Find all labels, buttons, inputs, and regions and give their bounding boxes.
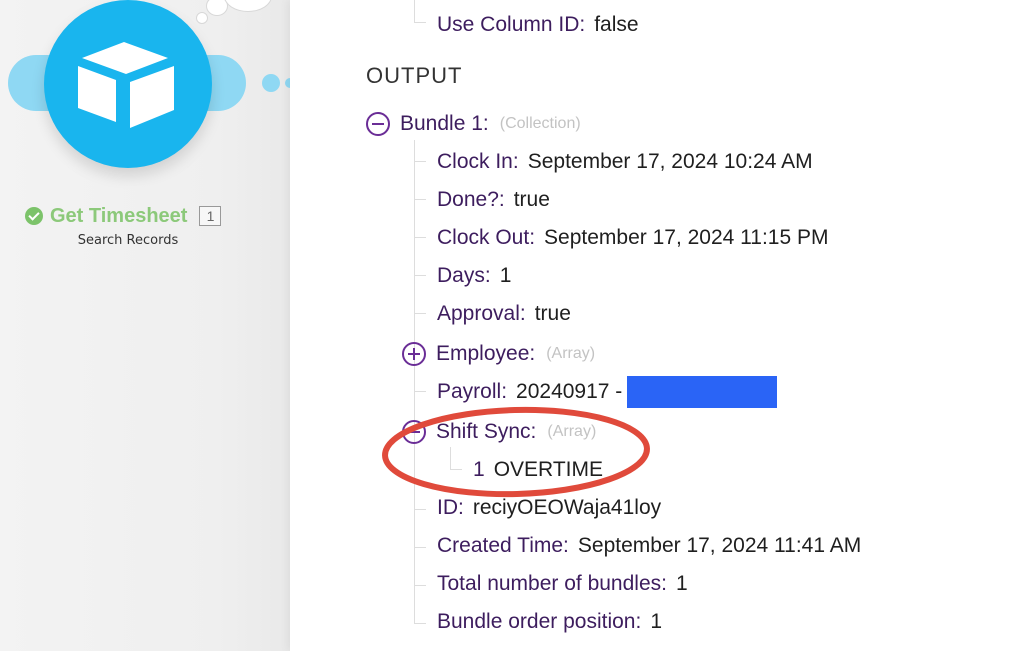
field-value: 1: [675, 572, 688, 595]
collapse-icon[interactable]: [402, 420, 426, 444]
tree-guide-line: [414, 0, 415, 22]
airtable-module[interactable]: [44, 0, 212, 168]
field-key: Use Column ID:: [437, 13, 586, 36]
output-heading: OUTPUT: [366, 63, 463, 88]
field-value: September 17, 2024 11:41 AM: [577, 534, 862, 557]
bundle-1-header[interactable]: Bundle 1: (Collection): [366, 109, 581, 139]
module-title-row: Get Timesheet 1: [25, 203, 222, 229]
field-key: Created Time:: [437, 534, 569, 557]
field-clock-out: Clock Out: September 17, 2024 11:15 PM: [437, 223, 829, 253]
operations-count-badge[interactable]: 1: [199, 206, 222, 226]
tree-guide-line: [414, 623, 426, 624]
tree-guide-line: [414, 313, 426, 314]
bundle-type: (Collection): [499, 115, 581, 132]
thought-bubble-medium: [206, 0, 228, 16]
field-employee[interactable]: Employee: (Array): [402, 339, 595, 369]
field-key: Bundle order position:: [437, 610, 642, 633]
field-value: true: [534, 302, 571, 325]
shift-sync-item: 1 OVERTIME: [473, 455, 603, 485]
field-key: Done?:: [437, 188, 505, 211]
bundle-key: Bundle 1:: [400, 112, 489, 135]
tree-guide-line: [414, 585, 426, 586]
module-title[interactable]: Get Timesheet: [50, 205, 187, 228]
tree-guide-line: [450, 469, 462, 470]
field-value: September 17, 2024 10:24 AM: [527, 150, 813, 173]
redaction-bar: [627, 376, 778, 408]
tree-guide-line: [414, 22, 426, 23]
tree-guide-line: [414, 161, 426, 162]
field-created-time: Created Time: September 17, 2024 11:41 A…: [437, 531, 861, 561]
tree-guide-line: [414, 509, 426, 510]
field-done: Done?: true: [437, 185, 550, 215]
field-value: reciyOEOWaja41loy: [472, 496, 662, 519]
field-key: Clock Out:: [437, 226, 536, 249]
tree-guide-line: [414, 391, 426, 392]
thought-bubble-small: [196, 12, 208, 24]
field-key: Total number of bundles:: [437, 572, 667, 595]
airtable-logo-icon: [78, 42, 174, 128]
tree-guide-line: [414, 140, 415, 623]
tree-guide-line: [414, 275, 426, 276]
field-days: Days: 1: [437, 261, 511, 291]
tree-guide-line: [450, 447, 451, 469]
field-total-bundles: Total number of bundles: 1: [437, 569, 688, 599]
field-key: Shift Sync:: [436, 420, 537, 443]
field-key: Employee:: [436, 342, 536, 365]
field-id: ID: reciyOEOWaja41loy: [437, 493, 661, 523]
field-value: September 17, 2024 11:15 PM: [544, 226, 829, 249]
route-connector-dot[interactable]: [262, 74, 280, 92]
expand-icon[interactable]: [402, 342, 426, 366]
field-key: ID:: [437, 496, 464, 519]
module-subtitle: Search Records: [77, 233, 179, 248]
field-value: 20240917 -: [516, 380, 623, 403]
field-key: Payroll:: [437, 380, 508, 403]
scenario-canvas: Get Timesheet 1 Search Records: [0, 0, 290, 651]
collapse-icon[interactable]: [366, 112, 390, 136]
field-use-column-id: Use Column ID: false: [437, 10, 639, 40]
field-bundle-order: Bundle order position: 1: [437, 607, 662, 637]
field-key: Clock In:: [437, 150, 519, 173]
field-approval: Approval: true: [437, 299, 571, 329]
field-key: Days:: [437, 264, 491, 287]
field-value: 1: [650, 610, 662, 633]
field-value: 1: [499, 264, 512, 287]
field-payroll: Payroll: 20240917 -: [437, 376, 778, 408]
field-value: false: [594, 13, 639, 36]
array-item-index: 1: [473, 458, 485, 481]
array-item-value: OVERTIME: [493, 458, 603, 481]
field-clock-in: Clock In: September 17, 2024 10:24 AM: [437, 147, 813, 177]
tree-guide-line: [414, 237, 426, 238]
tree-guide-line: [414, 199, 426, 200]
field-shift-sync[interactable]: Shift Sync: (Array): [402, 417, 596, 447]
field-value: true: [513, 188, 550, 211]
tree-guide-line: [414, 547, 426, 548]
field-type: (Array): [546, 345, 596, 362]
field-key: Approval:: [437, 302, 526, 325]
thought-bubble-large: [224, 0, 272, 12]
field-type: (Array): [547, 423, 597, 440]
check-circle-icon: [25, 207, 43, 225]
